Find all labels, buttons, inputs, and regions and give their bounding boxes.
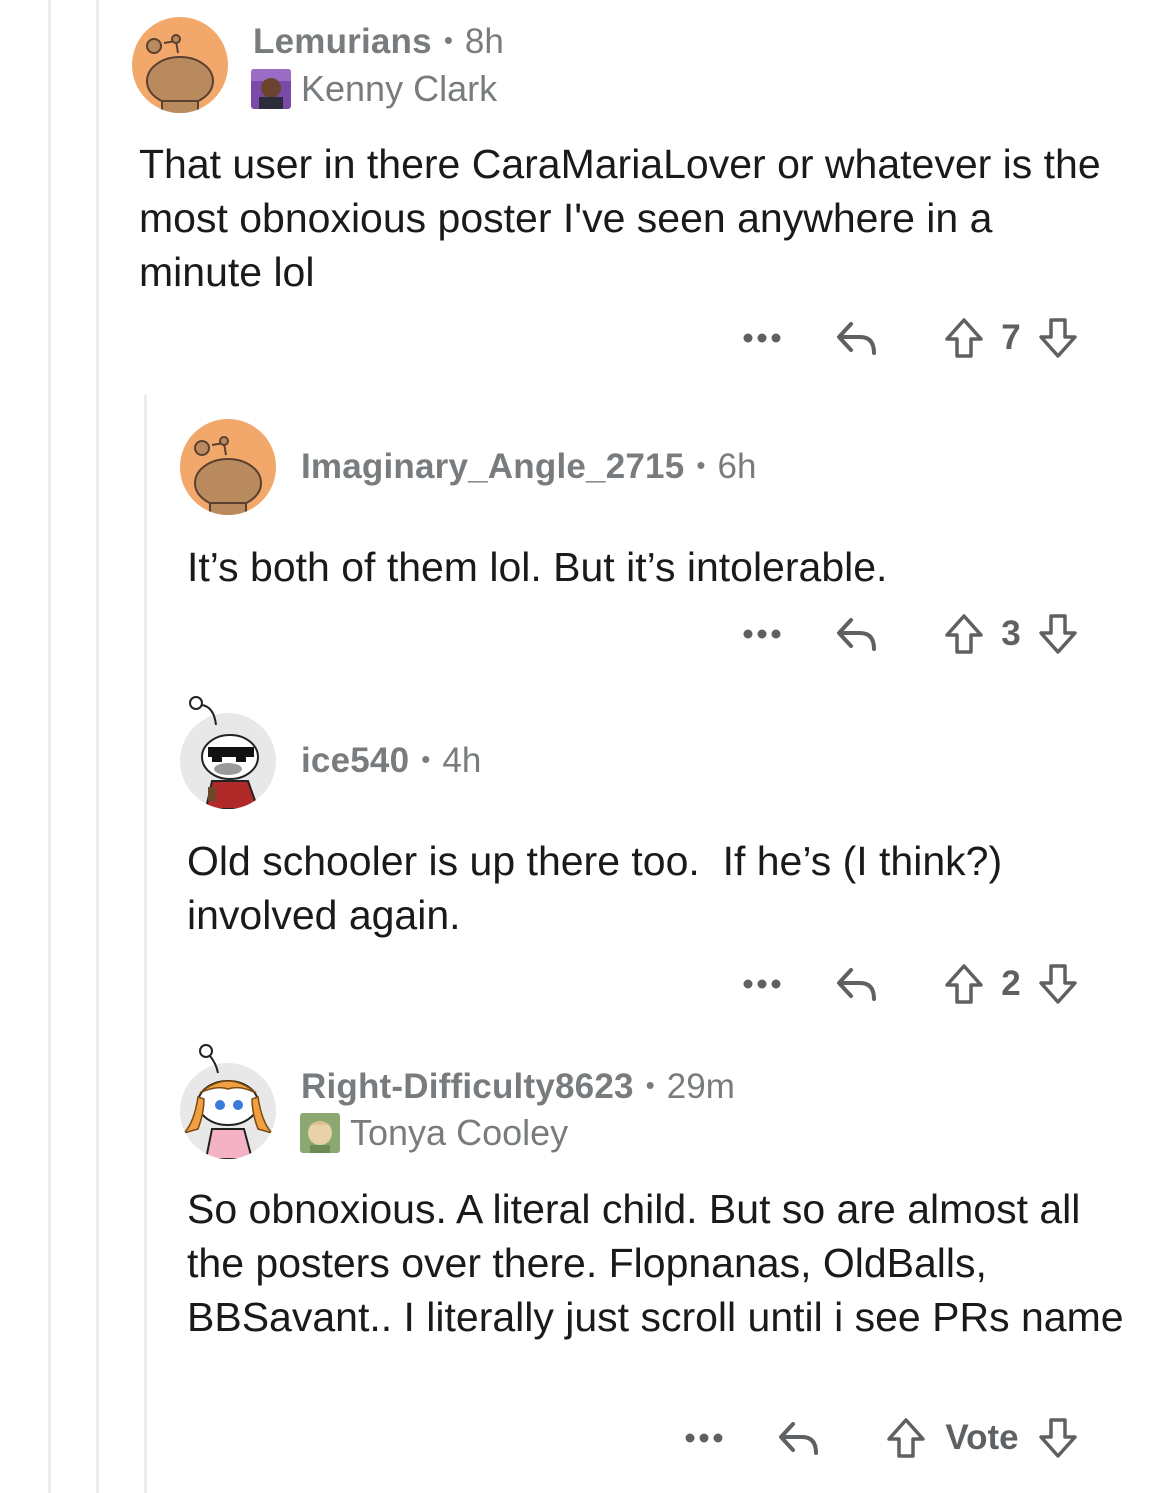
comment-timestamp: 29m	[666, 1067, 735, 1106]
flair-text: Tonya Cooley	[350, 1112, 569, 1153]
snoo-antenna-icon	[199, 1044, 219, 1074]
comment-actions: Vote	[680, 1416, 1080, 1460]
vote-count[interactable]: Vote	[928, 1418, 1036, 1458]
meta-separator: •	[645, 1070, 655, 1100]
reply-icon[interactable]	[774, 1417, 824, 1459]
comment-right-difficulty: Right-Difficulty8623 • 29m Tonya Cooley …	[0, 0, 1170, 1493]
upvote-arrow-icon[interactable]	[884, 1416, 928, 1460]
flair-image	[300, 1113, 340, 1153]
user-flair: Tonya Cooley	[300, 1112, 568, 1154]
downvote-arrow-icon[interactable]	[1036, 1416, 1080, 1460]
more-options-icon[interactable]	[680, 1432, 728, 1444]
comment-body: So obnoxious. A literal child. But so ar…	[187, 1186, 1124, 1340]
comment-meta: Right-Difficulty8623 • 29m	[301, 1067, 735, 1107]
username-link[interactable]: Right-Difficulty8623	[301, 1067, 634, 1107]
